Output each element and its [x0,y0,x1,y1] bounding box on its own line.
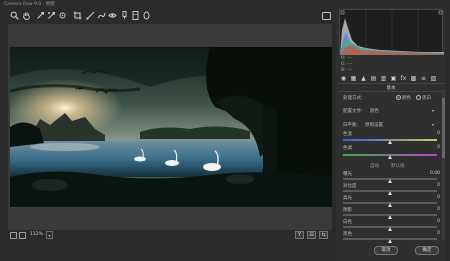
treatment-bw-label: 黑白 [422,96,431,101]
contrast-label: 对比度 [343,184,357,189]
window-title: Camera Raw 9.0 - 原图 [4,2,55,7]
swap-view-button[interactable]: ⇆ [319,231,328,239]
adjustment-brush-icon[interactable] [120,11,129,20]
blacks-slider-thumb[interactable] [387,239,392,243]
temperature-slider-thumb[interactable] [387,140,392,144]
shadows-label: 阴影 [343,208,352,213]
presets-icon[interactable]: ≡ [420,76,427,82]
radial-filter-icon[interactable] [142,11,151,20]
effects-icon[interactable]: fx [400,76,407,82]
spot-removal-icon[interactable] [97,11,106,20]
exposure-slider-thumb[interactable] [387,179,392,183]
contrast-slider-thumb[interactable] [387,191,392,195]
zoom-icon[interactable] [10,11,19,20]
snapshots-icon[interactable]: ▧ [430,76,437,82]
blacks-label: 黑色 [343,232,352,237]
info-r: R: --- [341,56,352,61]
before-after-button[interactable]: ⊟ [307,231,316,239]
zoom-out-icon[interactable] [10,232,17,239]
basic-icon[interactable]: ◉ [340,76,347,82]
cancel-button[interactable]: 取消 [374,246,398,255]
target-adjust-icon[interactable] [58,11,67,20]
color-sampler-icon[interactable] [47,11,56,20]
hsl-icon[interactable]: ▤ [370,76,377,82]
crop-icon[interactable] [73,11,82,20]
split-toning-icon[interactable]: ▥ [380,76,387,82]
graduated-filter-icon[interactable] [131,11,140,20]
view-toggle-button[interactable]: Y [295,231,304,239]
info-b: B: --- [341,68,352,73]
treatment-color-radio[interactable] [396,95,401,100]
red-eye-icon[interactable] [108,11,117,20]
zoom-dropdown-icon[interactable]: ▾ [46,231,53,239]
straighten-icon[interactable] [86,11,95,20]
default-link[interactable]: 默认值 [391,163,405,169]
panel-scrollbar-thumb[interactable] [442,98,445,158]
highlights-slider-thumb[interactable] [387,203,392,207]
treatment-color-label: 颜色 [402,96,411,101]
treatment-bw-radio[interactable] [416,95,421,100]
camera-calibration-icon[interactable]: ▩ [410,76,417,82]
hand-icon[interactable] [22,11,31,20]
white-balance-label: 白平衡: [343,123,359,128]
tint-label: 色调 [343,146,352,151]
highlights-label: 高光 [343,196,352,201]
profile-dropdown[interactable]: 颜色 [370,108,379,114]
exposure-label: 曝光 [343,172,352,177]
white-balance-chevron-icon[interactable]: ▾ [432,122,434,127]
temperature-label: 色温 [343,132,352,137]
profile-label: 配置文件: [343,109,363,114]
histogram [339,9,444,55]
profile-chevron-icon[interactable]: ▾ [432,108,434,113]
whites-value[interactable]: 0 [426,219,440,224]
open-preferences-icon[interactable] [322,12,331,20]
detail-icon[interactable]: ▲ [360,76,367,82]
zoom-level[interactable]: 112% [30,232,43,237]
panel-tabs: ◉ ▦ ▲ ▤ ▥ ▣ fx ▩ ≡ ▧ [338,75,444,84]
shadows-value[interactable]: 0 [426,207,440,212]
lens-icon[interactable]: ▣ [390,76,397,82]
contrast-value[interactable]: 0 [426,183,440,188]
info-g: G: --- [341,62,353,67]
exposure-value[interactable]: 0.00 [426,171,440,176]
photo-preview[interactable] [10,47,332,207]
tint-slider-thumb[interactable] [387,155,392,159]
whites-slider-thumb[interactable] [387,227,392,231]
whites-label: 白色 [343,220,352,225]
tone-curve-icon[interactable]: ▦ [350,76,357,82]
temperature-value[interactable]: 0 [426,131,440,136]
white-balance-icon[interactable] [36,11,45,20]
treatment-label: 处理方式: [343,96,363,101]
white-balance-dropdown[interactable]: 原照设置 [365,122,383,128]
section-title: 基本 [338,85,444,92]
ok-button[interactable]: 确定 [415,246,439,255]
tint-value[interactable]: 0 [426,145,440,150]
blacks-value[interactable]: 0 [426,231,440,236]
zoom-in-icon[interactable] [19,232,26,239]
highlights-value[interactable]: 0 [426,195,440,200]
preview-bottom-bar: 112% ▾ Y ⊟ ⇆ [8,230,332,241]
shadows-slider-thumb[interactable] [387,215,392,219]
auto-link[interactable]: 自动 [370,163,379,169]
